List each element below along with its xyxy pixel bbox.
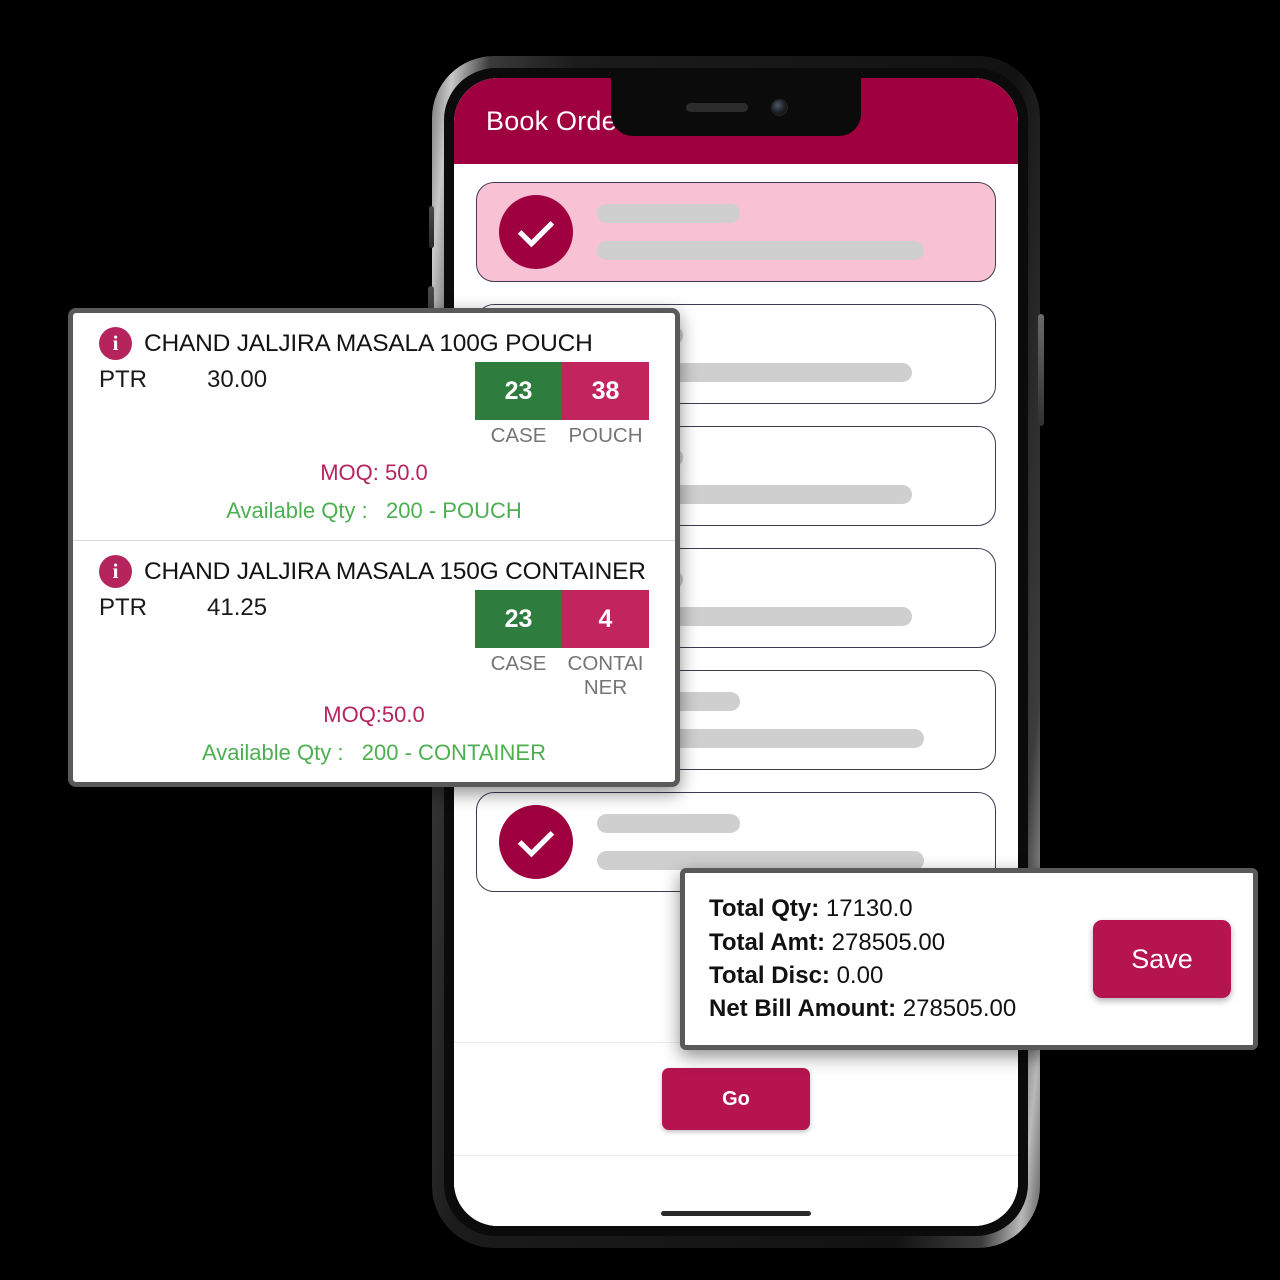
case-quantity-column: 23 CASE [475, 590, 562, 700]
list-item-placeholder [591, 814, 973, 870]
total-disc-row: Total Disc: 0.00 [709, 960, 1016, 991]
product-row[interactable]: i CHAND JALJIRA MASALA 100G POUCH PTR 30… [73, 313, 675, 540]
unit-quantity-column: 38 POUCH [562, 362, 649, 448]
phone-notch [611, 78, 861, 136]
ptr-block: PTR 30.00 [99, 362, 267, 394]
ptr-label: PTR [99, 366, 147, 393]
check-icon[interactable] [499, 195, 573, 269]
earpiece-speaker-icon [685, 102, 748, 112]
net-bill-value: 278505.00 [902, 995, 1017, 1023]
info-icon[interactable]: i [99, 327, 132, 360]
quantity-block: 23 CASE 38 POUCH [475, 362, 649, 448]
moq-label: MOQ: 50.0 [320, 460, 428, 485]
unit-quantity-column: 4 CONTAINER [562, 590, 649, 700]
total-qty-row: Total Qty: 17130.0 [709, 893, 1016, 924]
available-qty-label: Available Qty : 200 - CONTAINER [202, 740, 546, 766]
info-icon[interactable]: i [99, 555, 132, 588]
available-qty-label: Available Qty : 200 - POUCH [226, 498, 522, 523]
list-item-placeholder [591, 204, 973, 260]
go-bar: Go [454, 1042, 1018, 1156]
total-disc-label: Total Disc: [709, 962, 830, 989]
case-quantity-input[interactable]: 23 [475, 362, 562, 420]
product-title-row: i CHAND JALJIRA MASALA 150G CONTAINER [99, 555, 649, 588]
quantity-block: 23 CASE 4 CONTAINER [475, 590, 649, 700]
home-indicator [661, 1211, 811, 1216]
list-item[interactable] [476, 182, 996, 282]
net-bill-label: Net Bill Amount: [709, 995, 897, 1023]
total-amt-label: Total Amt: [709, 928, 825, 956]
placeholder-line-long [597, 241, 925, 260]
ptr-label: PTR [99, 594, 147, 621]
product-detail-popup: i CHAND JALJIRA MASALA 100G POUCH PTR 30… [68, 308, 680, 788]
net-bill-row: Net Bill Amount: 278505.00 [709, 993, 1016, 1024]
case-quantity-caption: CASE [490, 652, 547, 675]
product-middle-row: PTR 41.25 23 CASE 4 CONTAINER [99, 590, 649, 700]
page-title: Book Order [486, 105, 627, 136]
total-amt-row: Total Amt: 278505.00 [709, 927, 1016, 958]
go-button[interactable]: Go [662, 1068, 810, 1130]
unit-quantity-caption: CONTAINER [567, 652, 644, 700]
ptr-value: 30.00 [207, 366, 268, 393]
check-icon[interactable] [499, 805, 573, 879]
ptr-value: 41.25 [207, 594, 268, 621]
total-qty-label: Total Qty: [709, 895, 820, 923]
case-quantity-caption: CASE [490, 424, 547, 447]
case-quantity-input[interactable]: 23 [475, 590, 562, 648]
phone-mute-switch[interactable] [429, 206, 434, 248]
unit-quantity-caption: POUCH [568, 424, 643, 447]
product-name: CHAND JALJIRA MASALA 100G POUCH [144, 329, 593, 357]
total-amt-value: 278505.00 [831, 928, 946, 956]
product-row[interactable]: i CHAND JALJIRA MASALA 150G CONTAINER PT… [73, 540, 675, 782]
unit-quantity-input[interactable]: 4 [562, 590, 649, 648]
product-name: CHAND JALJIRA MASALA 150G CONTAINER [144, 557, 646, 585]
ptr-block: PTR 41.25 [99, 590, 267, 622]
moq-label: MOQ:50.0 [323, 702, 425, 728]
total-qty-value: 17130.0 [825, 895, 913, 923]
case-quantity-column: 23 CASE [475, 362, 562, 448]
save-button[interactable]: Save [1093, 920, 1231, 998]
placeholder-line-short [597, 204, 740, 223]
front-camera-icon [771, 99, 787, 115]
order-totals-popup: Total Qty: 17130.0 Total Amt: 278505.00 … [680, 868, 1258, 1050]
product-middle-row: PTR 30.00 23 CASE 38 POUCH [99, 362, 649, 458]
phone-power-button[interactable] [1038, 314, 1044, 426]
total-disc-value: 0.00 [836, 962, 884, 989]
product-title-row: i CHAND JALJIRA MASALA 100G POUCH [99, 327, 649, 360]
placeholder-line-short [597, 814, 740, 833]
unit-quantity-input[interactable]: 38 [562, 362, 649, 420]
totals-lines: Total Qty: 17130.0 Total Amt: 278505.00 … [709, 893, 1016, 1025]
